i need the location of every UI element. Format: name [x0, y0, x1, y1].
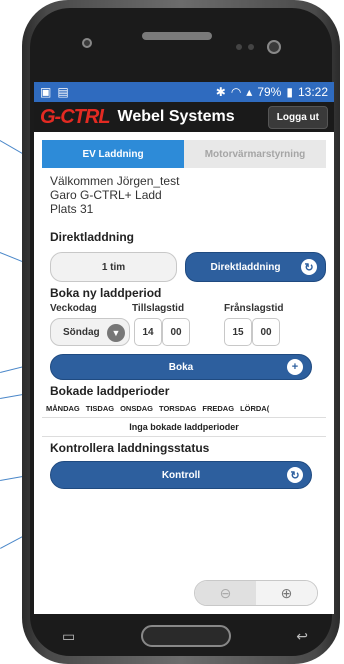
- chevron-down-icon: ▼: [107, 324, 125, 342]
- off-minute-field[interactable]: 00: [252, 318, 280, 346]
- front-camera-icon: [267, 40, 281, 54]
- on-time-label: Tillslagstid: [132, 303, 185, 314]
- battery-icon: ▮: [286, 85, 293, 99]
- zoom-control: ⊖ ⊕: [194, 580, 318, 606]
- device-name: Garo G-CTRL+ Ladd: [50, 188, 162, 202]
- refresh-icon: ↻: [287, 467, 303, 483]
- booked-periods-heading: Bokade laddperioder: [50, 384, 170, 398]
- book-period-heading: Boka ny laddperiod: [50, 286, 162, 300]
- zoom-out-icon[interactable]: ⊖: [195, 581, 256, 605]
- main-content: EV Laddning Motorvärmarstyrning Välkomme…: [34, 132, 334, 614]
- day-header: ONSDAG: [120, 404, 154, 413]
- off-time-label: Frånslagstid: [224, 303, 284, 314]
- hardware-nav-bar: ▭ ↩: [42, 616, 328, 656]
- duration-selector[interactable]: 1 tim: [50, 252, 177, 282]
- welcome-text: Välkommen Jörgen_test: [50, 174, 180, 188]
- tab-engine-heater[interactable]: Motorvärmarstyrning: [184, 140, 326, 168]
- signal-icon: ▴: [246, 85, 253, 99]
- check-status-label: Kontroll: [161, 469, 201, 481]
- refresh-icon: ↻: [301, 259, 317, 275]
- home-button[interactable]: [140, 625, 231, 647]
- weekday-value: Söndag: [63, 326, 100, 338]
- weekday-label: Veckodag: [50, 303, 97, 314]
- app-title: Webel Systems: [117, 108, 235, 125]
- location: Plats 31: [50, 202, 94, 216]
- check-status-button[interactable]: Kontroll ↻: [50, 461, 312, 489]
- speaker-grille: [142, 32, 212, 40]
- on-minute-field[interactable]: 00: [162, 318, 190, 346]
- direct-charging-heading: Direktladdning: [50, 230, 135, 244]
- camera-icon: [82, 38, 92, 48]
- bluetooth-icon: ✱: [215, 85, 226, 99]
- logout-button[interactable]: Logga ut: [267, 105, 328, 129]
- day-header: LÖRDA(: [240, 404, 270, 413]
- notification-icon: ▣: [40, 85, 52, 99]
- brand-logo: G-CTRL: [40, 105, 111, 128]
- empty-bookings-message: Inga bokade laddperioder: [42, 417, 326, 437]
- day-header: FREDAG: [202, 404, 235, 413]
- off-hour-field[interactable]: 15: [224, 318, 252, 346]
- app-header: G-CTRL Webel Systems Logga ut: [34, 102, 334, 132]
- day-header: TORSDAG: [159, 404, 197, 413]
- usb-icon: ▤: [57, 85, 69, 99]
- menu-icon[interactable]: ▭: [62, 628, 75, 645]
- sensor: [236, 44, 242, 50]
- book-button-label: Boka: [168, 361, 194, 373]
- day-header: MÅNDAG: [46, 404, 80, 413]
- on-hour-field[interactable]: 14: [134, 318, 162, 346]
- check-status-heading: Kontrollera laddningsstatus: [50, 441, 210, 455]
- weekday-header-row: MÅNDAG TISDAG ONSDAG TORSDAG FREDAG LÖRD…: [42, 404, 326, 413]
- sensor: [248, 44, 254, 50]
- tab-bar: EV Laddning Motorvärmarstyrning: [42, 140, 326, 168]
- tab-ev-charging[interactable]: EV Laddning: [42, 140, 184, 168]
- wifi-icon: ◠: [230, 85, 242, 99]
- plus-icon: +: [287, 359, 303, 375]
- battery-percent: 79%: [257, 85, 282, 99]
- day-header: TISDAG: [85, 404, 115, 413]
- status-bar: ▣ ▤ ✱ ◠ ▴ 79% ▮ 13:22: [34, 82, 334, 102]
- weekday-select[interactable]: Söndag ▼: [50, 318, 130, 346]
- back-icon[interactable]: ↩: [296, 628, 308, 645]
- zoom-in-icon[interactable]: ⊕: [256, 581, 317, 605]
- book-button[interactable]: Boka +: [50, 354, 312, 380]
- phone-screen: ▣ ▤ ✱ ◠ ▴ 79% ▮ 13:22 G-CTRL Webel Syste…: [34, 82, 334, 614]
- welcome-block: Välkommen Jörgen_test Garo G-CTRL+ Ladd …: [42, 174, 326, 216]
- direct-charging-label: Direktladdning: [210, 261, 281, 273]
- direct-charging-button[interactable]: Direktladdning ↻: [184, 252, 326, 282]
- clock: 13:22: [297, 85, 328, 99]
